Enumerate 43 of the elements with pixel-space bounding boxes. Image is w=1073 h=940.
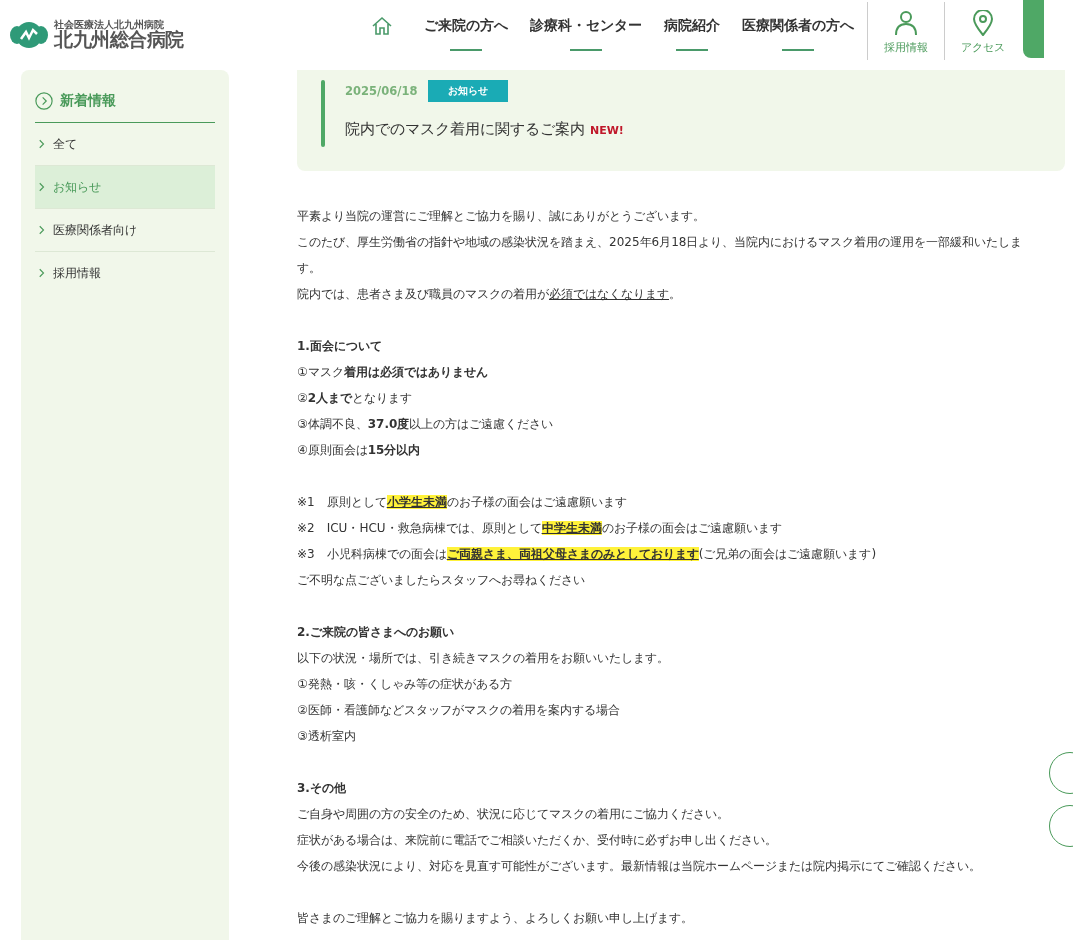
chevron-icon bbox=[39, 139, 45, 149]
person-icon bbox=[894, 10, 918, 36]
body-text: 以下の状況・場所では、引き続きマスクの着用をお願いいたします。 bbox=[297, 650, 669, 667]
body-text: ②医師・看護師などスタッフがマスクの着用を案内する場合 bbox=[297, 702, 620, 719]
sidebar-item[interactable]: 採用情報 bbox=[35, 252, 215, 294]
body-text: 2.ご来院の皆さまへのお願い bbox=[297, 624, 454, 641]
nav-link[interactable]: 診療科・センター bbox=[519, 14, 653, 51]
new-label: NEW! bbox=[590, 124, 624, 137]
body-text: ③体調不良、37.0度以上の方はご遠慮ください bbox=[297, 416, 554, 433]
body-text: ②2人までとなります bbox=[297, 390, 413, 407]
logo-icon bbox=[9, 20, 49, 50]
body-text: 平素より当院の運営にご理解とご協力を賜り、誠にありがとうございます。 bbox=[297, 208, 705, 225]
body-text: 皆さまのご理解とご協力を賜りますよう、よろしくお願い申し上げます。 bbox=[297, 910, 693, 927]
body-text: ④原則面会は15分以内 bbox=[297, 442, 421, 459]
nav-link[interactable]: 病院紹介 bbox=[653, 14, 731, 51]
body-text: ③透析室内 bbox=[297, 728, 356, 745]
sidebar-title: 新着情報 bbox=[60, 92, 116, 110]
chevron-circle-icon bbox=[35, 92, 53, 110]
body-text: 1.面会について bbox=[297, 338, 382, 355]
location-pin-icon bbox=[973, 10, 993, 36]
chevron-icon bbox=[39, 182, 45, 192]
body-text: ※3 小児科病棟での面会はご両親さま、両祖父母さまのみとしております(ご兄弟の面会はご遠慮願います) bbox=[297, 546, 877, 563]
nav-link[interactable]: ご来院の方へ bbox=[413, 14, 519, 51]
body-text: 症状がある場合は、来院前に電話でご相談いただくか、受付時に必ずお申し出ください。 bbox=[297, 832, 777, 849]
home-icon[interactable] bbox=[371, 16, 393, 36]
article-title: 院内でのマスク着用に関するご案内 bbox=[345, 120, 585, 139]
body-text: 今後の感染状況により、対応を見直す可能性がございます。最新情報は当院ホームページまたは院内掲示にてご確認ください。 bbox=[297, 858, 981, 875]
chevron-icon bbox=[39, 225, 45, 235]
body-text: 院内では、患者さま及び職員のマスクの着用が必須ではなくなります。 bbox=[297, 286, 681, 303]
logo-name: 北九州総合病院 bbox=[54, 30, 184, 51]
nav-link[interactable]: 医療関係者の方へ bbox=[731, 14, 865, 51]
sidebar-item[interactable]: 医療関係者向け bbox=[35, 209, 215, 252]
body-text: ①発熱・咳・くしゃみ等の症状がある方 bbox=[297, 676, 512, 693]
body-text: ご自身や周囲の方の安全のため、状況に応じてマスクの着用にご協力ください。 bbox=[297, 806, 729, 823]
category-tag: お知らせ bbox=[428, 80, 509, 102]
body-text: ご不明な点ございましたらスタッフへお尋ねください bbox=[297, 572, 585, 589]
body-text: 3.その他 bbox=[297, 780, 346, 797]
article-date: 2025/06/18 bbox=[345, 84, 418, 98]
utility-link[interactable]: 採用情報 bbox=[867, 2, 944, 60]
utility-link[interactable]: アクセス bbox=[944, 2, 1021, 60]
body-text: ①マスク着用は必須ではありません bbox=[297, 364, 488, 381]
chevron-icon bbox=[39, 268, 45, 278]
body-text: このたび、厚生労働省の指針や地域の感染状況を踏まえ、2025年6月18日より、当院内におけるマスク着用の運用を一部緩和いたします。 bbox=[297, 234, 1024, 277]
